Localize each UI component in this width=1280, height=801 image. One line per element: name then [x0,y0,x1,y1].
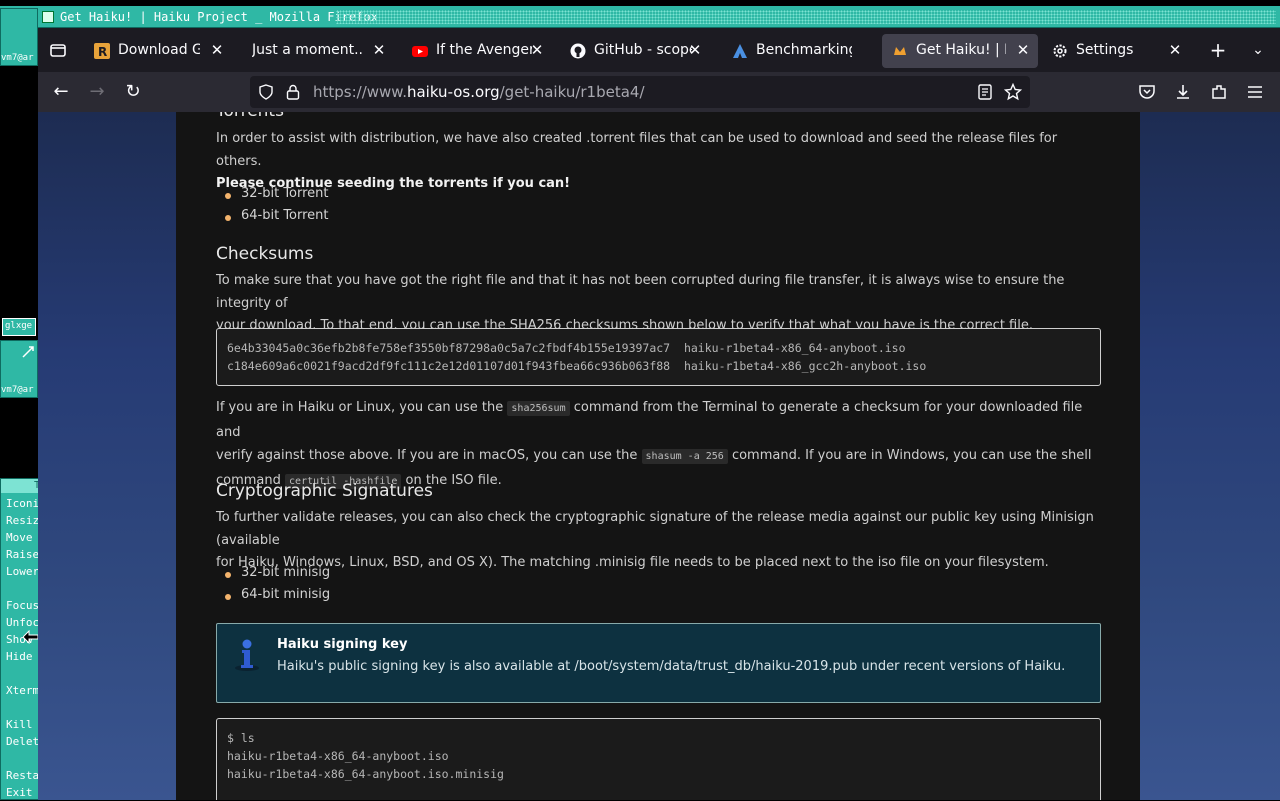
info-icon [235,639,259,671]
verify-paragraph: If you are in Haiku or Linux, you can us… [216,400,1092,489]
tab-title: Download Gran [118,42,200,58]
tab-get-haiku[interactable]: Get Haiku! | Hai ✕ [882,34,1038,68]
tab-title: Just a moment... [252,42,364,58]
note-title: Haiku signing key [277,637,408,652]
r-favicon-icon: R [94,43,110,59]
window-title: Get Haiku! | Haiku Project _ Mozilla Fir… [60,10,378,24]
close-tab-icon[interactable]: ✕ [370,41,388,59]
menu-item-xterm[interactable]: Xterm [6,682,39,699]
tab-bar: R Download Gran ✕ Just a moment... ✕ If … [38,28,1280,72]
close-tab-icon[interactable]: ✕ [686,41,704,59]
firefox-window: R Download Gran ✕ Just a moment... ✕ If … [38,28,1280,800]
page-viewport[interactable]: Torrents In order to assist with distrib… [38,112,1280,800]
url-text[interactable]: https://www.haiku-os.org/get-haiku/r1bet… [313,83,645,101]
checksum-line: c184e609a6c0021f9acd2df9fc111c2e12d01107… [227,359,927,373]
icon-label: vm7@ar [1,53,34,63]
navigation-toolbar: ← → ↻ https://www.haiku-os.org/get-haiku… [38,72,1280,112]
hamburger-menu-icon[interactable] [1246,83,1264,101]
terminal-codeblock[interactable]: $ ls haiku-r1beta4-x86_64-anyboot.iso ha… [216,718,1101,800]
torrent-64-link[interactable]: 64-bit Torrent [216,208,329,223]
haiku-leaf-icon [894,47,906,55]
pointer-icon [22,346,34,358]
signing-key-note: Haiku signing key Haiku's public signing… [216,623,1101,703]
gear-icon [1053,44,1067,58]
chevron-down-icon[interactable]: ⌄ [1246,38,1270,62]
page-content: Torrents In order to assist with distrib… [176,112,1140,800]
tab-title: GitHub - scopel [594,42,692,58]
menu-item-lower[interactable]: Lower [6,563,39,580]
close-tab-icon[interactable]: ✕ [1014,41,1032,59]
reload-button[interactable]: ↻ [122,81,144,103]
pocket-icon[interactable] [1138,83,1156,101]
menu-item-move[interactable]: Move [6,529,33,546]
torrent-32-link[interactable]: 32-bit Torrent [216,186,329,201]
terminal-icon-1[interactable]: vm7@ar [0,8,38,66]
back-button[interactable]: ← [50,81,72,103]
forward-button[interactable]: → [86,81,108,103]
reader-view-icon[interactable] [978,84,992,100]
tab-title: If the Avengers [436,42,532,58]
tab-settings[interactable]: Settings ✕ [1042,34,1190,68]
terminal-line: haiku-r1beta4-x86_64-anyboot.iso [227,749,449,763]
titlebar-pattern-right [336,10,1276,24]
shield-icon[interactable] [258,84,274,100]
tab-download-gran[interactable]: R Download Gran ✕ [84,34,232,68]
terminal-line: haiku-r1beta4-x86_64-anyboot.iso.minisig [227,767,504,781]
minisig-32-link[interactable]: 32-bit minisig [216,565,330,580]
extensions-icon[interactable] [1210,83,1228,101]
downloads-icon[interactable] [1174,83,1192,101]
tab-title: Benchmarking [756,42,852,58]
new-tab-button[interactable]: + [1206,38,1230,62]
menu-item-raise[interactable]: Raise [6,546,39,563]
url-bar[interactable]: https://www.haiku-os.org/get-haiku/r1bet… [250,76,1030,108]
github-icon [570,43,586,59]
triangle-icon [733,44,747,58]
torrents-heading: Torrents [216,112,284,121]
menu-item-focus[interactable]: Focus [6,597,39,614]
glxgears-icon[interactable]: glxge [2,318,36,336]
menu-item-kill[interactable]: Kill [6,716,33,733]
iconify-button[interactable] [42,11,54,23]
bookmark-star-icon[interactable] [1004,83,1022,101]
crypto-heading: Cryptographic Signatures [216,481,433,501]
tab-avengers[interactable]: If the Avengers ✕ [402,34,552,68]
close-tab-icon[interactable]: ✕ [208,41,226,59]
menu-item-exit[interactable]: Exit [6,784,33,801]
list-all-tabs-icon[interactable] [48,40,68,60]
twm-titlebar[interactable]: Get Haiku! | Haiku Project _ Mozilla Fir… [0,6,1280,28]
close-tab-icon[interactable]: ✕ [528,41,546,59]
sha256sum-code: sha256sum [507,401,570,416]
close-tab-icon[interactable]: ✕ [1166,41,1184,59]
terminal-line: $ ls [227,731,255,745]
checksums-heading: Checksums [216,244,314,264]
minisig-64-link[interactable]: 64-bit minisig [216,587,330,602]
shasum-code: shasum -a 256 [641,449,728,464]
crypto-paragraph: To further validate releases, you can al… [216,510,1094,570]
checksum-codeblock[interactable]: 6e4b33045a0c36efb2b8fe758ef3550bf87298a0… [216,328,1101,386]
youtube-icon [412,46,428,57]
lock-icon[interactable] [286,84,300,100]
note-body: Haiku's public signing key is also avail… [277,659,1066,674]
tab-title: Get Haiku! | Hai [916,42,1006,58]
icon-label: vm7@ar [1,385,34,395]
tab-title: Settings [1076,42,1134,58]
arrow-cursor-icon [23,630,39,644]
checksum-line: 6e4b33045a0c36efb2b8fe758ef3550bf87298a0… [227,341,906,355]
tab-just-a-moment[interactable]: Just a moment... ✕ [234,34,394,68]
terminal-icon-2[interactable]: vm7@ar [0,340,38,398]
svg-text:R: R [98,45,107,59]
tab-benchmarking[interactable]: Benchmarking [722,34,872,68]
tab-github[interactable]: GitHub - scopel ✕ [560,34,710,68]
torrents-paragraph: In order to assist with distribution, we… [216,131,1058,191]
